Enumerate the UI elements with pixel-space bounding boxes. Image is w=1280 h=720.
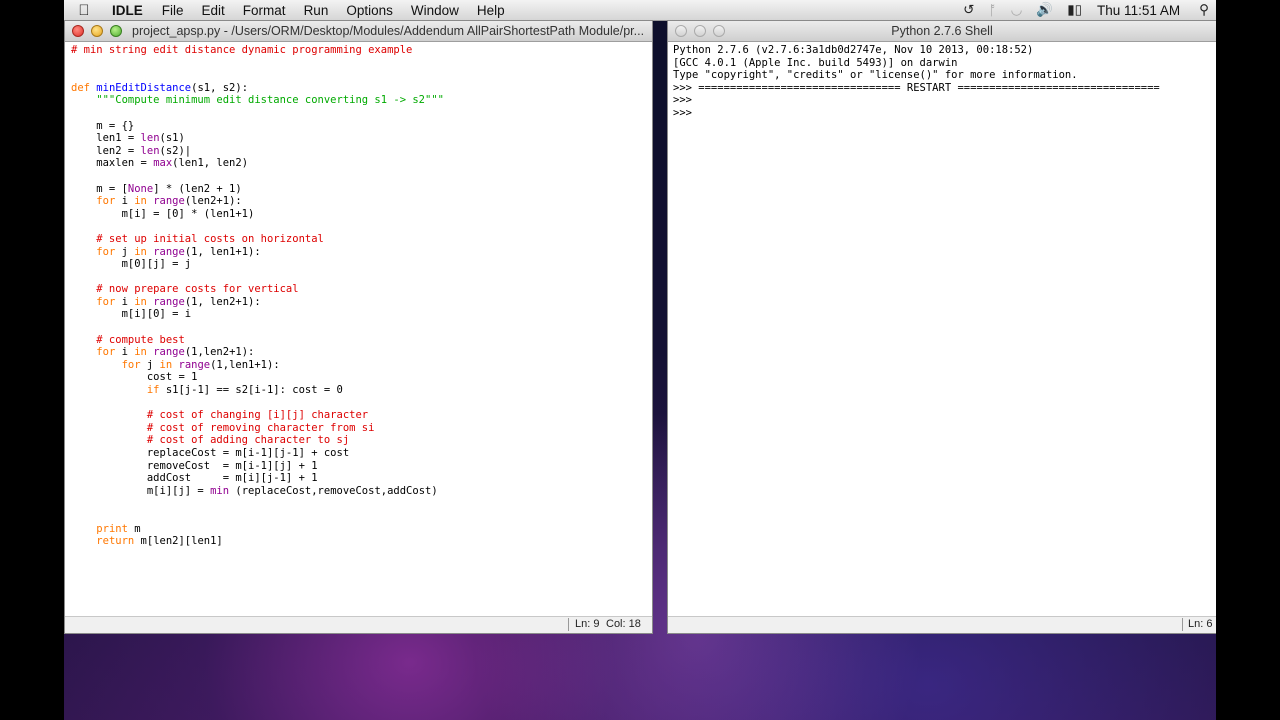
- code-line[interactable]: ​: [71, 497, 652, 510]
- menu-format[interactable]: Format: [234, 3, 295, 18]
- menubar-clock[interactable]: Thu 11:51 AM: [1089, 3, 1192, 18]
- editor-titlebar[interactable]: project_apsp.py - /Users/ORM/Desktop/Mod…: [65, 21, 652, 42]
- code-line[interactable]: ​: [71, 57, 652, 70]
- menu-edit[interactable]: Edit: [193, 3, 234, 18]
- bluetooth-icon[interactable]: ᚩ: [981, 3, 1003, 18]
- code-line[interactable]: m[i] = [0] * (len1+1): [71, 208, 652, 221]
- code-line[interactable]: Python 2.7.6 (v2.7.6:3a1db0d2747e, Nov 1…: [673, 44, 1216, 57]
- code-line[interactable]: for j in range(1, len1+1):: [71, 246, 652, 259]
- code-line[interactable]: ​: [71, 107, 652, 120]
- code-line[interactable]: for i in range(len2+1):: [71, 195, 652, 208]
- code-line[interactable]: # cost of removing character from si: [71, 422, 652, 435]
- code-line[interactable]: >>>: [673, 107, 1216, 120]
- code-line[interactable]: ​: [71, 69, 652, 82]
- app-menu-idle[interactable]: IDLE: [104, 3, 153, 18]
- shell-titlebar[interactable]: Python 2.7.6 Shell: [668, 21, 1216, 42]
- volume-icon[interactable]: 🔊: [1029, 2, 1060, 18]
- code-line[interactable]: maxlen = max(len1, len2): [71, 157, 652, 170]
- code-line[interactable]: """Compute minimum edit distance convert…: [71, 94, 652, 107]
- menu-help[interactable]: Help: [468, 3, 514, 18]
- shell-text-area[interactable]: Python 2.7.6 (v2.7.6:3a1db0d2747e, Nov 1…: [668, 42, 1216, 616]
- code-line[interactable]: m[i][j] = min (replaceCost,removeCost,ad…: [71, 485, 652, 498]
- code-line[interactable]: >>> ================================ RES…: [673, 82, 1216, 95]
- code-line[interactable]: for j in range(1,len1+1):: [71, 359, 652, 372]
- code-line[interactable]: replaceCost = m[i-1][j-1] + cost: [71, 447, 652, 460]
- code-line[interactable]: # set up initial costs on horizontal: [71, 233, 652, 246]
- code-line[interactable]: for i in range(1,len2+1):: [71, 346, 652, 359]
- menu-file[interactable]: File: [153, 3, 193, 18]
- code-line[interactable]: ​: [71, 170, 652, 183]
- shell-window-title: Python 2.7.6 Shell: [891, 24, 993, 38]
- menu-options[interactable]: Options: [337, 3, 402, 18]
- editor-status-bar: Ln: 9 Col: 18: [65, 616, 652, 633]
- code-line[interactable]: removeCost = m[i-1][j] + 1: [71, 460, 652, 473]
- editor-text-area[interactable]: # min string edit distance dynamic progr…: [65, 42, 652, 616]
- code-line[interactable]: [GCC 4.0.1 (Apple Inc. build 5493)] on d…: [673, 57, 1216, 70]
- zoom-icon[interactable]: [110, 25, 122, 37]
- code-line[interactable]: m[0][j] = j: [71, 258, 652, 271]
- screen:  IDLE File Edit Format Run Options Wind…: [64, 0, 1216, 720]
- status-menus: ↺ ᚩ ◡ 🔊 ▮▯ Thu 11:51 AM ⚲: [956, 0, 1216, 20]
- code-line[interactable]: m[i][0] = i: [71, 308, 652, 321]
- code-line[interactable]: # compute best: [71, 334, 652, 347]
- shell-status-bar: Ln: 6: [668, 616, 1216, 633]
- apple-menu-icon[interactable]: : [64, 2, 104, 19]
- code-line[interactable]: ​: [71, 397, 652, 410]
- code-line[interactable]: ​: [71, 220, 652, 233]
- battery-icon[interactable]: ▮▯: [1060, 2, 1089, 18]
- code-line[interactable]: addCost = m[i][j-1] + 1: [71, 472, 652, 485]
- code-line[interactable]: cost = 1: [71, 371, 652, 384]
- code-line[interactable]: if s1[j-1] == s2[i-1]: cost = 0: [71, 384, 652, 397]
- minimize-icon[interactable]: [91, 25, 103, 37]
- code-line[interactable]: m = {}: [71, 120, 652, 133]
- code-line[interactable]: # cost of adding character to sj: [71, 434, 652, 447]
- shell-window: Python 2.7.6 Shell Python 2.7.6 (v2.7.6:…: [668, 21, 1216, 633]
- menu-run[interactable]: Run: [295, 3, 338, 18]
- code-line[interactable]: ​: [71, 510, 652, 523]
- code-line[interactable]: def minEditDistance(s1, s2):: [71, 82, 652, 95]
- close-icon[interactable]: [72, 25, 84, 37]
- code-line[interactable]: ​: [71, 271, 652, 284]
- wifi-icon[interactable]: ◡: [1004, 2, 1030, 18]
- code-line[interactable]: ​: [71, 321, 652, 334]
- code-line[interactable]: # min string edit distance dynamic progr…: [71, 44, 652, 57]
- code-line[interactable]: Type "copyright", "credits" or "license(…: [673, 69, 1216, 82]
- code-line[interactable]: len1 = len(s1): [71, 132, 652, 145]
- editor-line-number: Ln: 9: [575, 618, 600, 630]
- code-line[interactable]: return m[len2][len1]: [71, 535, 652, 548]
- menu-window[interactable]: Window: [402, 3, 468, 18]
- editor-window-title: project_apsp.py - /Users/ORM/Desktop/Mod…: [132, 24, 645, 38]
- code-line[interactable]: # cost of changing [i][j] character: [71, 409, 652, 422]
- menu-bar:  IDLE File Edit Format Run Options Wind…: [64, 0, 1216, 21]
- code-line[interactable]: print m: [71, 523, 652, 536]
- code-line[interactable]: >>>: [673, 94, 1216, 107]
- spotlight-search-icon[interactable]: ⚲: [1192, 2, 1216, 18]
- editor-window: project_apsp.py - /Users/ORM/Desktop/Mod…: [65, 21, 652, 633]
- editor-column-number: Col: 18: [606, 618, 641, 630]
- time-machine-icon[interactable]: ↺: [956, 2, 981, 18]
- shell-line-number: Ln: 6: [1188, 618, 1213, 630]
- code-line[interactable]: # now prepare costs for vertical: [71, 283, 652, 296]
- code-line[interactable]: for i in range(1, len2+1):: [71, 296, 652, 309]
- code-line[interactable]: m = [None] * (len2 + 1): [71, 183, 652, 196]
- code-line[interactable]: len2 = len(s2)|: [71, 145, 652, 158]
